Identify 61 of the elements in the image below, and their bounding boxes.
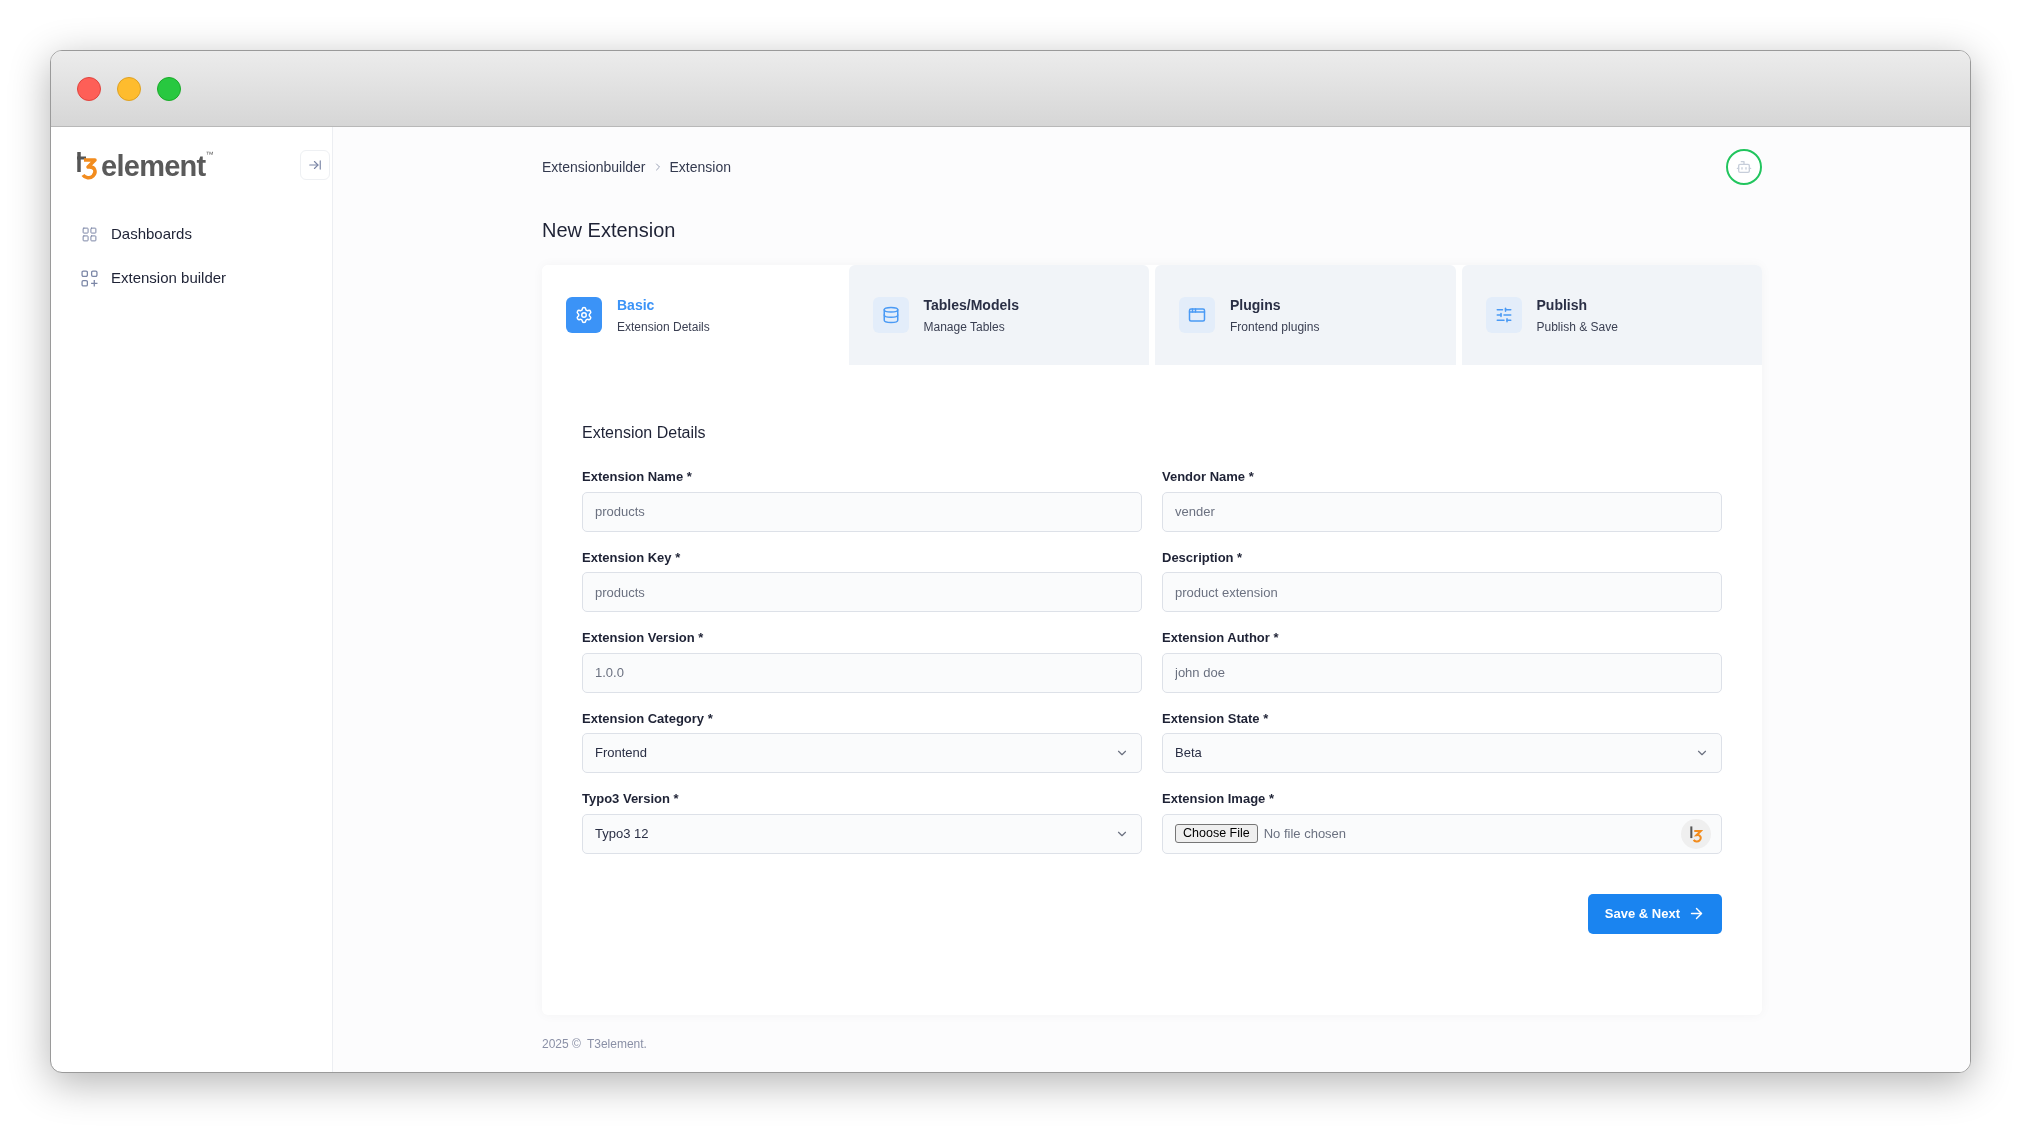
maximize-button[interactable]: [157, 76, 181, 101]
settings-icon: [575, 306, 593, 324]
arrow-right-icon: [1688, 905, 1705, 922]
field-label: Extension Author *: [1162, 629, 1279, 647]
step-subtitle: Extension Details: [617, 318, 710, 336]
grid-icon: [81, 225, 98, 243]
close-button[interactable]: [77, 76, 101, 101]
field-label: Extension Category *: [582, 709, 713, 728]
step-subtitle: Frontend plugins: [1230, 318, 1320, 336]
text-field[interactable]: product extension: [1162, 572, 1722, 612]
step-tab[interactable]: Publish Publish & Save: [1461, 265, 1762, 365]
grid-plus-icon: [81, 269, 98, 287]
text-field[interactable]: 1.0.0: [582, 652, 1142, 693]
copyright-text: 2025 ©: [542, 1036, 581, 1053]
step-tab[interactable]: Basic Extension Details: [542, 265, 843, 365]
sliders-icon: [1494, 306, 1513, 324]
logo-wordmark: element: [101, 152, 206, 181]
text-field[interactable]: products: [582, 491, 1142, 532]
field-label: Description *: [1162, 548, 1243, 567]
text-field[interactable]: vender: [1162, 491, 1722, 532]
database-icon: [881, 306, 900, 324]
robot-icon: [1736, 159, 1752, 175]
footer-brand: T3element.: [586, 1036, 647, 1053]
step-tab[interactable]: Tables/Models Manage Tables: [848, 265, 1149, 365]
step-title: Tables/Models: [923, 295, 1019, 315]
minimize-button[interactable]: [117, 76, 141, 101]
collapse-icon: [308, 158, 322, 172]
field-label: Typo3 Version *: [582, 790, 679, 808]
step-title: Basic: [617, 295, 656, 315]
breadcrumb-link[interactable]: Extension: [669, 156, 731, 178]
step-title: Plugins: [1230, 295, 1282, 315]
field-label: Extension State *: [1162, 709, 1269, 728]
file-field[interactable]: Choose File No file chosen: [1162, 813, 1722, 854]
field-label: Extension Image *: [1162, 790, 1274, 808]
step-tab[interactable]: Plugins Frontend plugins: [1155, 265, 1456, 365]
field-label: Vendor Name *: [1162, 468, 1254, 486]
select-field[interactable]: Typo3 12: [582, 813, 1142, 854]
field-label: Extension Version *: [582, 629, 704, 647]
select-field[interactable]: Beta: [1162, 733, 1722, 773]
logo-icon: [1689, 824, 1703, 843]
step-title: Publish: [1536, 295, 1589, 315]
avatar[interactable]: [1726, 149, 1762, 185]
text-field[interactable]: john doe: [1162, 652, 1722, 693]
save-next-button[interactable]: Save & Next: [1587, 893, 1722, 934]
sidebar-item[interactable]: Dashboards: [81, 219, 302, 249]
text-field[interactable]: products: [582, 572, 1142, 612]
collapse-sidebar-button[interactable]: [300, 150, 330, 180]
section-title: Extension Details: [582, 423, 706, 443]
choose-file-button[interactable]: Choose File: [1175, 824, 1258, 843]
file-status: No file chosen: [1263, 824, 1348, 843]
window-icon: [1188, 306, 1206, 324]
select-field[interactable]: Frontend: [582, 733, 1142, 773]
step-subtitle: Manage Tables: [923, 318, 1006, 336]
sidebar-item[interactable]: Extension builder: [81, 263, 302, 293]
page-title: New Extension: [542, 218, 676, 243]
step-subtitle: Publish & Save: [1536, 318, 1618, 336]
field-label: Extension Key *: [582, 548, 681, 567]
breadcrumb-link[interactable]: Extensionbuilder: [542, 156, 646, 178]
logo-icon: [75, 149, 99, 181]
field-label: Extension Name *: [582, 468, 692, 486]
trademark-mark: ™: [205, 149, 214, 159]
